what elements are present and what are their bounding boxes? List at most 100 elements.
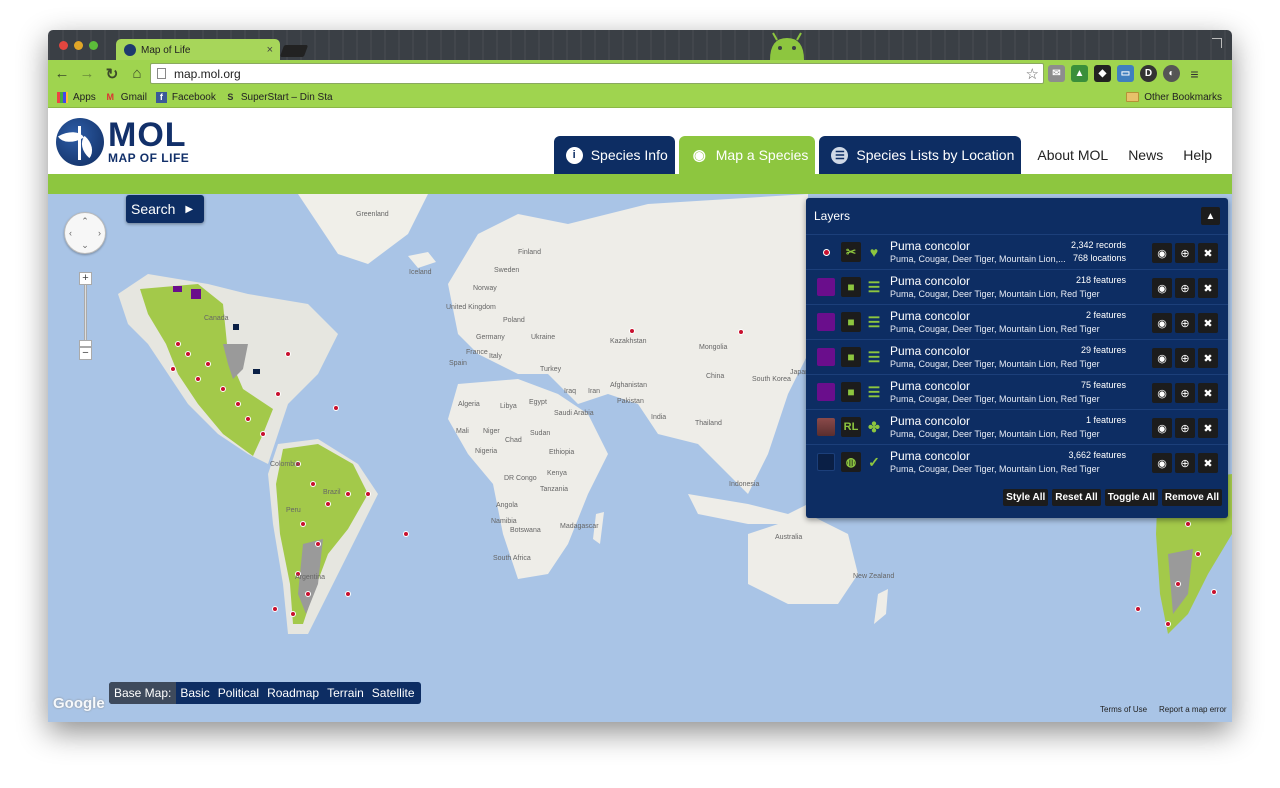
basemap-roadmap[interactable]: Roadmap (263, 686, 323, 700)
report-error-link[interactable]: Report a map error (1159, 705, 1227, 714)
bookmark-apps[interactable]: Apps (57, 91, 96, 103)
menu-icon[interactable]: ≡ (1186, 65, 1203, 82)
nav-help[interactable]: Help (1175, 136, 1232, 174)
toggle-visibility-icon[interactable]: ◉ (1152, 243, 1172, 263)
basemap-terrain[interactable]: Terrain (323, 686, 368, 700)
layer-row[interactable]: ■ ☰ Puma concolor Puma, Cougar, Deer Tig… (806, 339, 1228, 374)
map-canvas[interactable]: Greenland Iceland Finland Sweden Norway … (48, 194, 1232, 722)
new-tab-button[interactable] (279, 45, 309, 57)
delete-layer-icon[interactable]: ✖ (1198, 383, 1218, 403)
address-bar[interactable]: map.mol.org ☆ (150, 63, 1044, 84)
toggle-visibility-icon[interactable]: ◉ (1152, 313, 1172, 333)
tab-map-a-species[interactable]: ◉ Map a Species (678, 136, 816, 174)
svg-text:Spain: Spain (449, 360, 467, 367)
zoom-to-layer-icon[interactable]: ⊕ (1175, 453, 1195, 473)
pan-control[interactable]: ⌃ ⌄ ‹ › (64, 212, 106, 254)
zoom-in-button[interactable]: + (79, 272, 92, 285)
delete-layer-icon[interactable]: ✖ (1198, 278, 1218, 298)
pan-right-icon[interactable]: › (98, 228, 101, 238)
style-all-button[interactable]: Style All (1003, 489, 1049, 506)
tab-species-lists[interactable]: ☰ Species Lists by Location (819, 136, 1022, 174)
basemap-satellite[interactable]: Satellite (368, 686, 421, 700)
layer-style-swatch[interactable] (817, 453, 835, 471)
zoom-slider-thumb[interactable] (79, 340, 92, 347)
nav-news[interactable]: News (1120, 136, 1171, 174)
layer-row[interactable]: ◍ ✓ Puma concolor Puma, Cougar, Deer Tig… (806, 444, 1228, 479)
toggle-visibility-icon[interactable]: ◉ (1152, 278, 1172, 298)
mail-extension-icon[interactable]: ✉ (1048, 65, 1065, 82)
zoom-to-layer-icon[interactable]: ⊕ (1175, 418, 1195, 438)
toggle-visibility-icon[interactable]: ◉ (1152, 348, 1172, 368)
home-button[interactable]: ⌂ (126, 65, 148, 82)
pan-left-icon[interactable]: ‹ (69, 228, 72, 238)
zoom-to-layer-icon[interactable]: ⊕ (1175, 313, 1195, 333)
svg-text:Kenya: Kenya (547, 470, 567, 477)
delete-layer-icon[interactable]: ✖ (1198, 453, 1218, 473)
zoom-track[interactable] (84, 285, 87, 340)
drive-extension-icon[interactable]: ▲ (1071, 65, 1088, 82)
toggle-visibility-icon[interactable]: ◉ (1152, 418, 1172, 438)
delete-layer-icon[interactable]: ✖ (1198, 313, 1218, 333)
owl-extension-icon[interactable]: ◆ (1094, 65, 1111, 82)
svg-text:Turkey: Turkey (540, 366, 562, 373)
delete-layer-icon[interactable]: ✖ (1198, 243, 1218, 263)
back-button[interactable]: ← (51, 65, 73, 82)
pan-down-icon[interactable]: ⌄ (81, 240, 89, 251)
url-text[interactable]: map.mol.org (174, 67, 1026, 81)
nav-about[interactable]: About MOL (1029, 136, 1116, 174)
layer-style-swatch[interactable] (817, 278, 835, 296)
layer-row[interactable]: ■ ☰ Puma concolor Puma, Cougar, Deer Tig… (806, 269, 1228, 304)
search-button[interactable]: Search ▶ (126, 195, 204, 223)
bookmark-gmail[interactable]: M Gmail (105, 92, 147, 103)
bookmark-superstart[interactable]: S SuperStart – Din Sta (225, 92, 332, 103)
reload-button[interactable]: ↻ (101, 65, 123, 83)
browser-tab[interactable]: Map of Life × (116, 39, 280, 61)
layer-style-swatch[interactable] (817, 418, 835, 436)
delete-layer-icon[interactable]: ✖ (1198, 348, 1218, 368)
layers-title: Layers (814, 209, 851, 223)
bookmark-star-icon[interactable]: ☆ (1026, 65, 1039, 83)
circle-extension-icon[interactable]: ◐ (1163, 65, 1180, 82)
zoom-to-layer-icon[interactable]: ⊕ (1175, 243, 1195, 263)
layer-row[interactable]: RL ✤ Puma concolor Puma, Cougar, Deer Ti… (806, 409, 1228, 444)
zoom-to-layer-icon[interactable]: ⊕ (1175, 383, 1195, 403)
bookmark-facebook[interactable]: f Facebook (155, 91, 216, 103)
layer-style-swatch[interactable] (817, 348, 835, 366)
pan-up-icon[interactable]: ⌃ (81, 216, 89, 227)
close-window-button[interactable] (59, 41, 68, 50)
other-bookmarks[interactable]: Other Bookmarks (1126, 92, 1222, 103)
layer-style-swatch[interactable] (817, 313, 835, 331)
layer-count: 3,662 features (1068, 450, 1126, 460)
layer-row[interactable]: ■ ☰ Puma concolor Puma, Cougar, Deer Tig… (806, 304, 1228, 339)
d-extension-icon[interactable]: D (1140, 65, 1157, 82)
layer-style-swatch[interactable] (817, 383, 835, 401)
reset-all-button[interactable]: Reset All (1052, 489, 1101, 506)
maximize-window-button[interactable] (89, 41, 98, 50)
mol-logo[interactable]: MOL MAP OF LIFE (56, 118, 189, 166)
tab-close-icon[interactable]: × (267, 44, 273, 56)
minimize-window-button[interactable] (74, 41, 83, 50)
tab-species-info[interactable]: i Species Info (553, 136, 675, 174)
layer-row[interactable]: ■ ☰ Puma concolor Puma, Cougar, Deer Tig… (806, 374, 1228, 409)
toggle-visibility-icon[interactable]: ◉ (1152, 383, 1172, 403)
zoom-to-layer-icon[interactable]: ⊕ (1175, 278, 1195, 298)
toggle-all-button[interactable]: Toggle All (1104, 489, 1158, 506)
screen-extension-icon[interactable]: ▭ (1117, 65, 1134, 82)
google-logo[interactable]: Google (53, 695, 105, 712)
toggle-visibility-icon[interactable]: ◉ (1152, 453, 1172, 473)
basemap-political[interactable]: Political (214, 686, 263, 700)
delete-layer-icon[interactable]: ✖ (1198, 418, 1218, 438)
terms-link[interactable]: Terms of Use (1100, 705, 1147, 714)
fullscreen-icon[interactable] (1212, 38, 1222, 48)
layer-row[interactable]: ✂ ♥ Puma concolor Puma, Cougar, Deer Tig… (806, 234, 1228, 269)
mol-globe-icon (56, 118, 104, 166)
collapse-icon[interactable]: ▲ (1201, 207, 1220, 225)
forward-button[interactable]: → (76, 65, 98, 82)
red-list-icon: RL (841, 417, 861, 437)
search-label: Search (131, 201, 176, 217)
zoom-to-layer-icon[interactable]: ⊕ (1175, 348, 1195, 368)
layer-style-swatch[interactable] (817, 243, 835, 261)
zoom-out-button[interactable]: − (79, 347, 92, 360)
remove-all-button[interactable]: Remove All (1161, 489, 1222, 506)
basemap-basic[interactable]: Basic (176, 686, 213, 700)
